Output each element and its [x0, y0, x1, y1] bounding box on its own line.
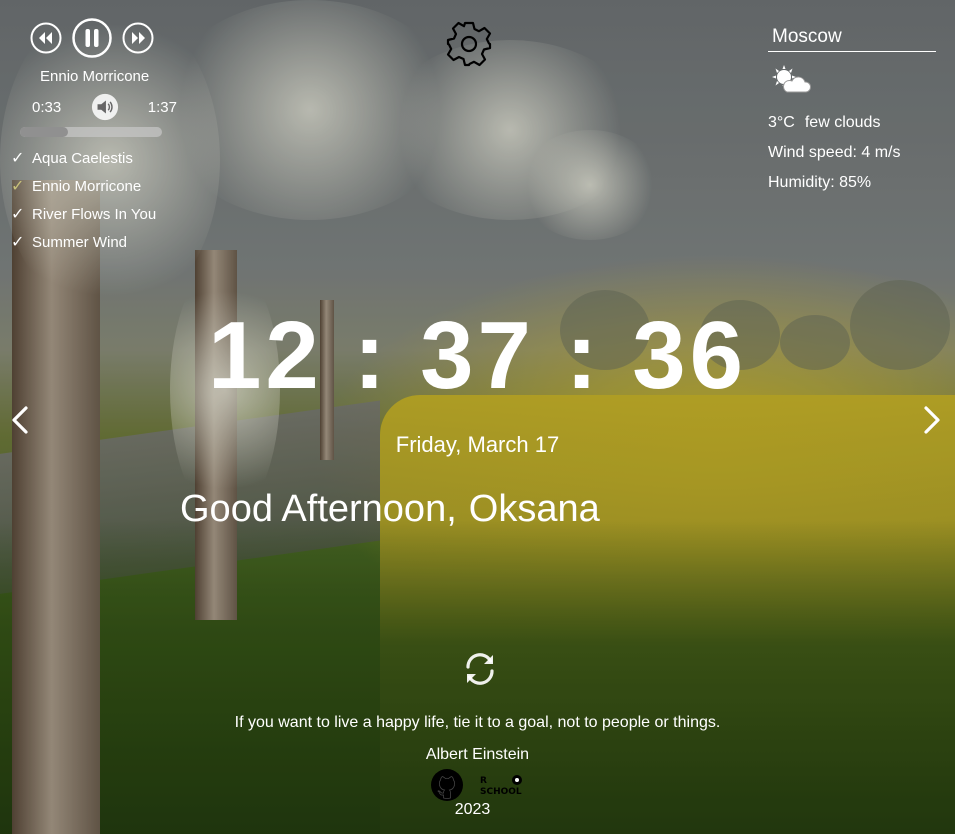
temperature: 3°C [768, 114, 795, 131]
clock-date: Friday, March 17 [395, 432, 560, 457]
playlist-item[interactable]: ✓ Aqua Caelestis [11, 145, 170, 173]
humidity: Humidity: 85% [768, 174, 872, 191]
progress-fill [20, 127, 69, 137]
wind-speed: Wind speed: 4 m/s [768, 144, 901, 161]
temperature-row: 3°C few clouds [768, 114, 938, 132]
github-icon[interactable] [430, 768, 464, 802]
weather-description: few clouds [804, 114, 881, 131]
gear-icon[interactable] [444, 19, 494, 69]
speaker-icon[interactable] [91, 93, 119, 121]
footer-year: 2023 [454, 801, 491, 818]
audio-player: Ennio Morricone 0:33 1:37 ✓ Aqua Caelesti… [11, 18, 177, 257]
greeting-text: Good Afternoon, [180, 488, 457, 530]
weather-widget: 3°C few clouds Wind speed: 4 m/s Humidit… [768, 22, 938, 192]
track-title: Ennio Morricone [32, 178, 142, 195]
footer: R SCHOOL [430, 768, 528, 802]
playlist-item[interactable]: ✓ River Flows In You [11, 201, 170, 229]
current-time: 0:33 [32, 98, 62, 116]
name-input[interactable] [456, 488, 719, 531]
svg-text:SCHOOL: SCHOOL [480, 787, 522, 797]
greeting: Good Afternoon, [180, 488, 719, 531]
quote-author: Albert Einstein [425, 746, 530, 763]
track-title: Summer Wind [32, 234, 128, 251]
playlist-item[interactable]: ✓ Summer Wind [11, 229, 170, 257]
svg-text:R: R [480, 776, 487, 786]
playlist-item[interactable]: ✓ Ennio Morricone [11, 173, 170, 201]
clock-time: 12 : 37 : 36 [208, 302, 747, 409]
refresh-icon[interactable] [462, 651, 498, 687]
duration: 1:37 [147, 98, 177, 116]
rs-school-logo[interactable]: R SCHOOL [476, 772, 528, 798]
check-icon: ✓ [11, 178, 25, 195]
progress-bar[interactable] [20, 127, 162, 137]
now-playing-title: Ennio Morricone [40, 68, 150, 85]
check-icon: ✓ [11, 150, 25, 167]
track-title: River Flows In You [32, 206, 157, 223]
quote-text: If you want to live a happy life, tie it… [234, 714, 721, 731]
rewind-icon[interactable] [30, 22, 62, 54]
check-icon: ✓ [11, 206, 25, 223]
pause-icon[interactable] [72, 18, 112, 58]
check-icon: ✓ [11, 234, 25, 251]
playlist: ✓ Aqua Caelestis ✓ Ennio Morricone ✓ River … [11, 145, 170, 257]
player-controls [30, 18, 170, 58]
city-input[interactable] [768, 22, 936, 52]
time-row: 0:33 1:37 [32, 93, 177, 121]
track-title: Aqua Caelestis [32, 150, 133, 167]
fast-forward-icon[interactable] [122, 22, 154, 54]
sun-behind-cloud-icon [770, 64, 812, 96]
